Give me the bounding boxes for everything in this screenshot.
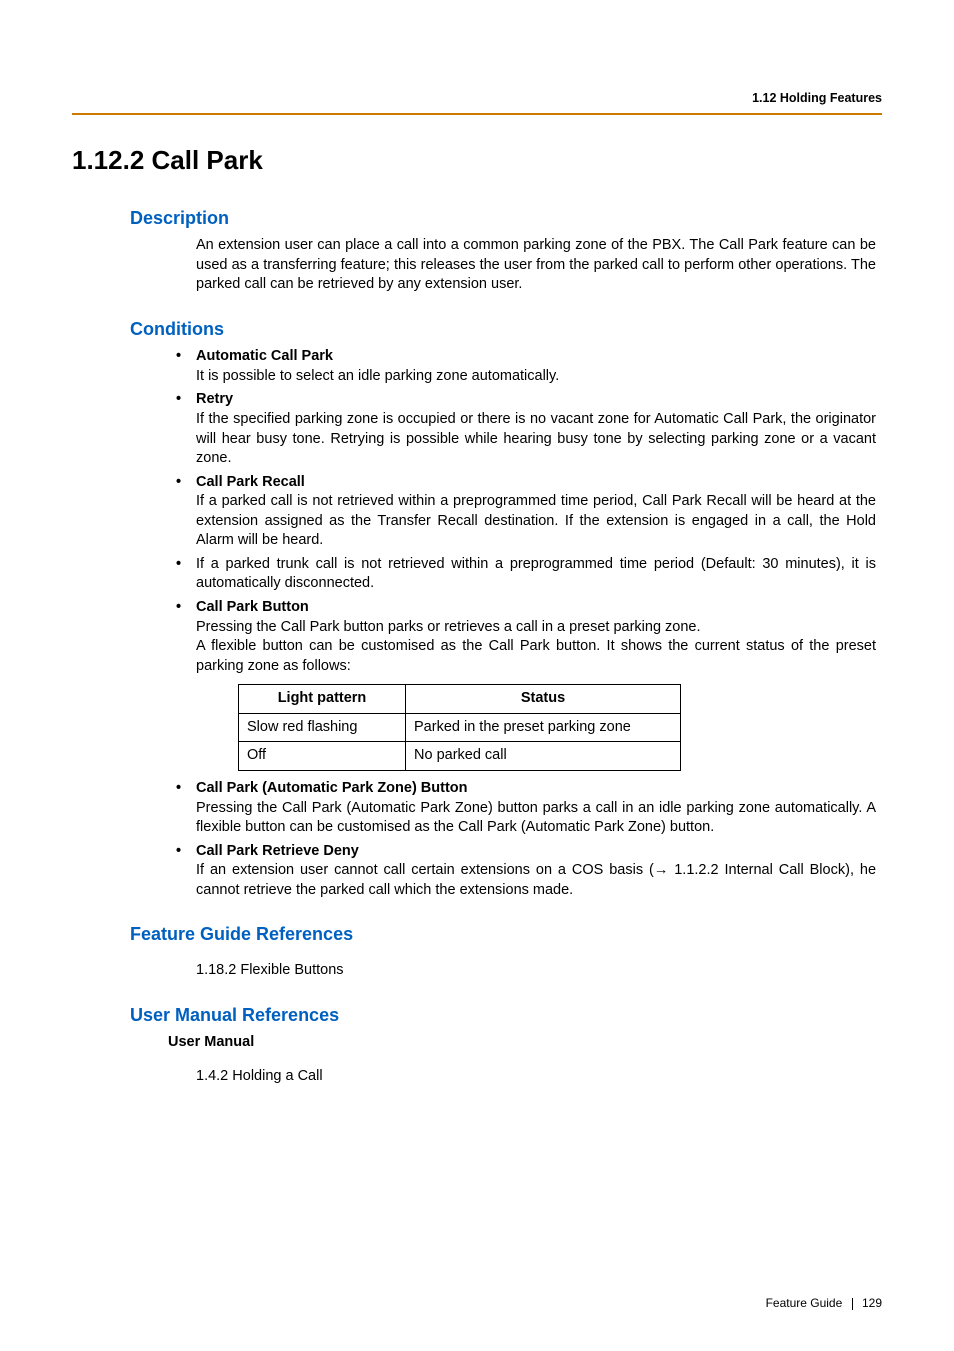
page-footer: Feature Guide 129 <box>766 1295 882 1311</box>
list-item: Retry If the specified parking zone is o… <box>168 390 876 468</box>
footer-divider <box>852 1298 853 1310</box>
condition-text: Pressing the Call Park button parks or r… <box>196 619 876 674</box>
user-manual-sub: User Manual <box>72 1033 882 1053</box>
description-text: An extension user can place a call into … <box>196 236 876 295</box>
table-cell: Off <box>239 742 406 771</box>
condition-text: It is possible to select an idle parking… <box>196 368 559 384</box>
user-manual-ref: 1.4.2 Holding a Call <box>72 1067 882 1087</box>
condition-title: Call Park (Automatic Park Zone) Button <box>196 780 468 796</box>
list-item: Automatic Call Park It is possible to se… <box>168 347 876 386</box>
table-cell: No parked call <box>406 742 681 771</box>
condition-text: Pressing the Call Park (Automatic Park Z… <box>196 800 876 836</box>
table-header-row: Light pattern Status <box>239 685 681 714</box>
table-row: Off No parked call <box>239 742 681 771</box>
condition-title: Automatic Call Park <box>196 348 333 364</box>
condition-xref: 1.1.2.2 Internal Call Block <box>668 862 845 878</box>
table-header: Light pattern <box>239 685 406 714</box>
status-table: Light pattern Status Slow red flashing P… <box>238 684 681 771</box>
conditions-heading: Conditions <box>72 317 882 341</box>
table-row: Slow red flashing Parked in the preset p… <box>239 713 681 742</box>
feature-guide-heading: Feature Guide References <box>72 922 882 946</box>
description-heading: Description <box>72 206 882 230</box>
list-item: Call Park Retrieve Deny If an extension … <box>168 842 876 901</box>
feature-guide-ref: 1.18.2 Flexible Buttons <box>72 961 882 981</box>
list-item: Call Park (Automatic Park Zone) Button P… <box>168 779 876 838</box>
condition-title: Call Park Retrieve Deny <box>196 843 359 859</box>
list-item: If a parked trunk call is not retrieved … <box>168 555 876 594</box>
condition-title: Retry <box>196 391 233 407</box>
section-title: 1.12.2 Call Park <box>72 143 882 178</box>
list-item: Call Park Recall If a parked call is not… <box>168 473 876 551</box>
condition-title: Call Park Button <box>196 599 309 615</box>
conditions-list-2: Call Park (Automatic Park Zone) Button P… <box>168 779 876 900</box>
table-cell: Parked in the preset parking zone <box>406 713 681 742</box>
condition-text: If the specified parking zone is occupie… <box>196 411 876 466</box>
page: 1.12 Holding Features 1.12.2 Call Park D… <box>0 0 954 1351</box>
running-header: 1.12 Holding Features <box>72 90 882 107</box>
description-block: An extension user can place a call into … <box>72 236 882 295</box>
condition-title: Call Park Recall <box>196 474 305 490</box>
table-header: Status <box>406 685 681 714</box>
footer-page: 129 <box>862 1296 882 1310</box>
condition-text-before: If an extension user cannot call certain… <box>196 862 654 878</box>
user-manual-heading: User Manual References <box>72 1003 882 1027</box>
condition-text: If a parked trunk call is not retrieved … <box>196 556 876 592</box>
footer-label: Feature Guide <box>766 1296 843 1310</box>
conditions-block: Automatic Call Park It is possible to se… <box>72 347 882 900</box>
list-item: Call Park Button Pressing the Call Park … <box>168 598 876 676</box>
arrow-icon: → <box>654 862 669 878</box>
conditions-list: Automatic Call Park It is possible to se… <box>168 347 876 676</box>
table-cell: Slow red flashing <box>239 713 406 742</box>
condition-text: If a parked call is not retrieved within… <box>196 493 876 548</box>
header-rule <box>72 113 882 115</box>
